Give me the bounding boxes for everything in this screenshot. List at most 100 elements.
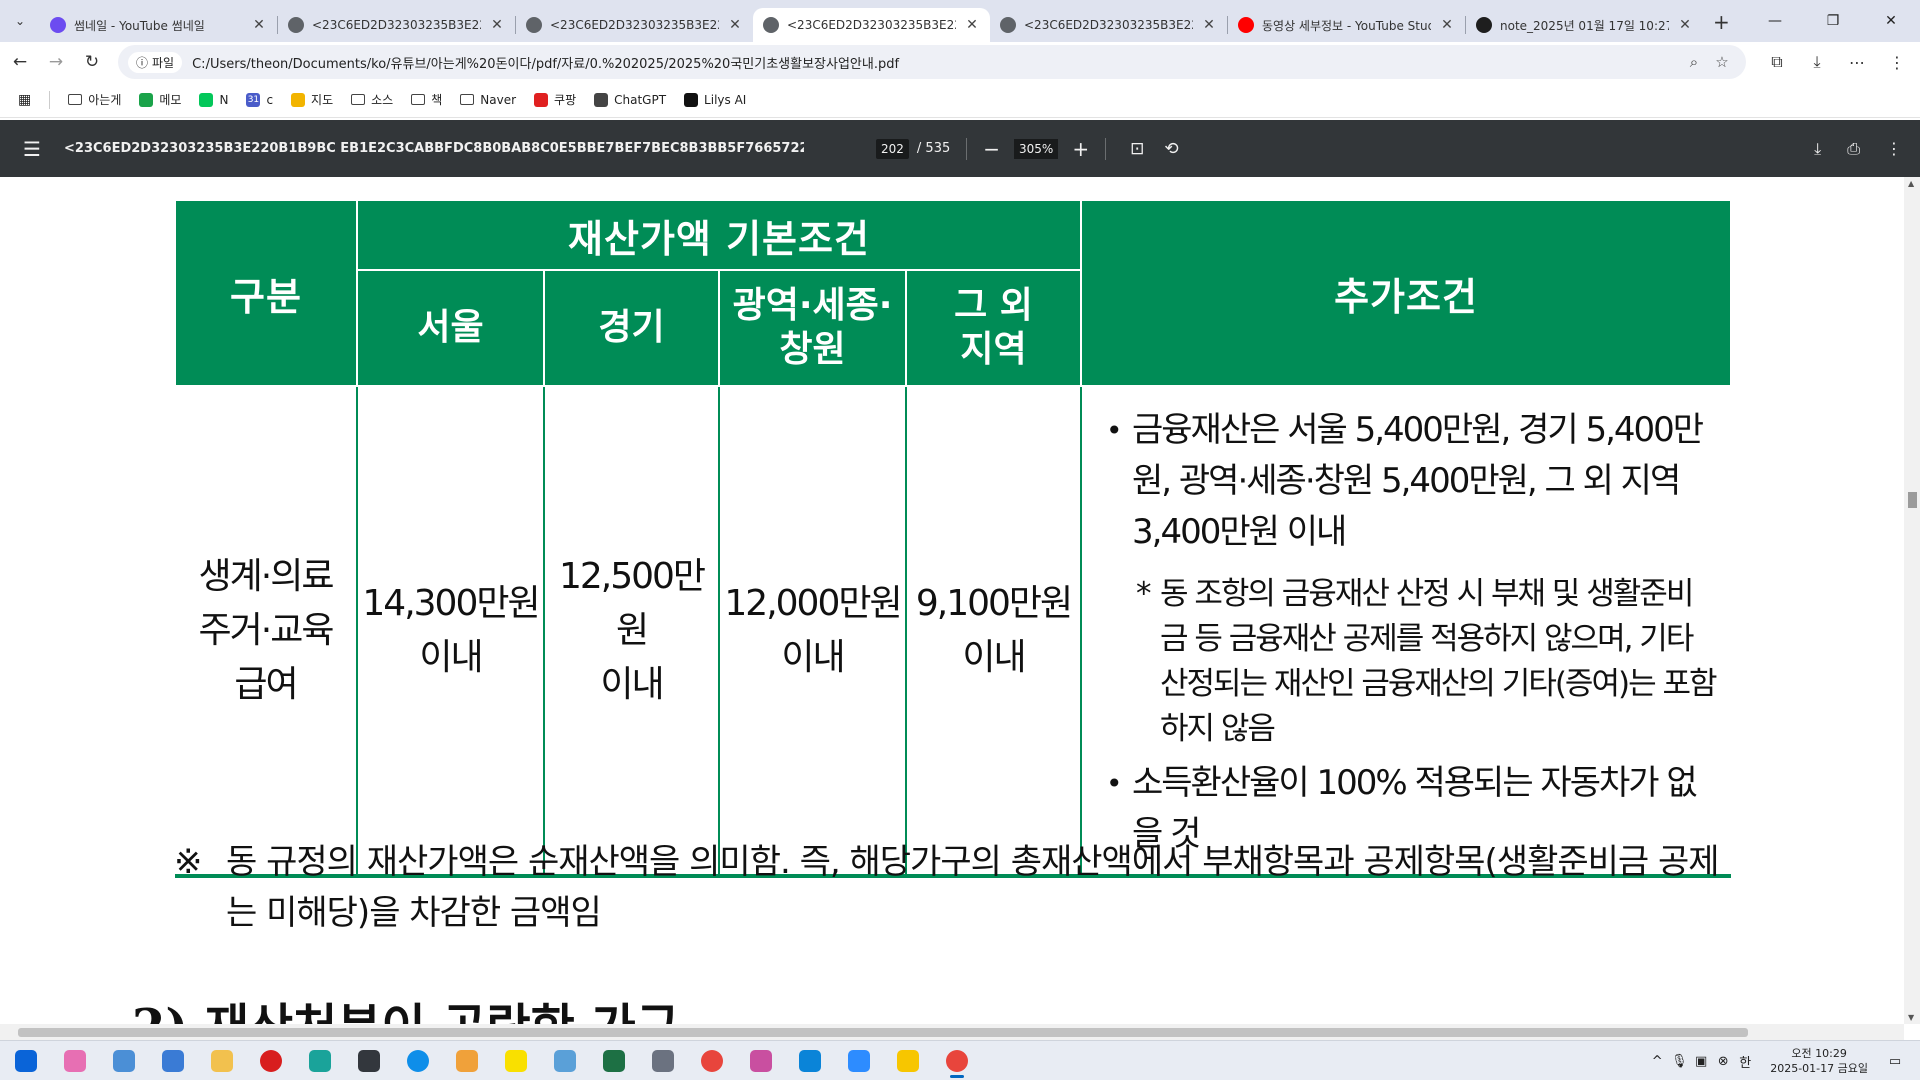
excel-icon <box>603 1049 625 1072</box>
tab-close-icon[interactable]: ✕ <box>489 17 505 33</box>
notification-icon[interactable]: ▭ <box>1884 1054 1906 1069</box>
header-region-other: 그 외 지역 <box>905 269 1082 387</box>
clock[interactable]: 오전 10:29 2025-01-17 금요일 <box>1770 1046 1868 1076</box>
taskbar-app-snipping[interactable] <box>741 1043 781 1079</box>
microphone-icon[interactable]: 🎙 <box>1668 1054 1690 1069</box>
vertical-scrollbar[interactable]: ▲ ▼ <box>1904 177 1920 1024</box>
taskbar-app-windows[interactable] <box>6 1043 46 1079</box>
browser-tab[interactable]: <23C6ED2D32303235B3E220B ✕ <box>990 8 1227 42</box>
bookmark-item[interactable]: 31 c <box>246 91 273 108</box>
reload-icon[interactable]: ↻ <box>76 46 108 78</box>
profile-icon[interactable]: ⋯ <box>1840 46 1874 78</box>
browser-tab[interactable]: 동영상 세부정보 - YouTube Studio ✕ <box>1228 8 1465 42</box>
folder-icon <box>68 94 83 105</box>
hamburger-menu-icon[interactable]: ☰ <box>0 137 64 161</box>
browser-tab[interactable]: <23C6ED2D32303235B3E220B ✕ <box>753 8 990 42</box>
taskbar-app-kakaotalk[interactable] <box>496 1043 536 1079</box>
scroll-up-icon[interactable]: ▲ <box>1908 179 1914 188</box>
taskbar-app-davinci[interactable] <box>349 1043 389 1079</box>
taskbar-app-explorer[interactable] <box>202 1043 242 1079</box>
horizontal-scroll-thumb[interactable] <box>18 1028 1748 1037</box>
url-text[interactable]: C:/Users/theon/Documents/ko/유튜브/아는게%20돈이… <box>192 53 1680 72</box>
new-tab-button[interactable]: + <box>1713 10 1730 34</box>
page-total: / 535 <box>916 141 951 156</box>
scroll-down-icon[interactable]: ▼ <box>1908 1013 1914 1022</box>
zoom-icon[interactable]: ⌕ <box>1680 53 1708 71</box>
bookmark-star-icon[interactable]: ☆ <box>1708 53 1736 71</box>
zoom-in-button[interactable]: + <box>1072 137 1089 161</box>
bookmark-item[interactable]: Lilys AI <box>684 91 746 108</box>
bookmark-item[interactable]: 지도 <box>291 91 333 108</box>
minimize-icon[interactable]: — <box>1746 0 1804 42</box>
page-number-input[interactable]: 202 <box>876 138 909 159</box>
fit-page-icon[interactable]: ⊡ <box>1130 139 1144 159</box>
toolbar-actions: ⧉ ⤓ ⋯ ⋮ <box>1760 46 1914 78</box>
extensions-icon[interactable]: ⧉ <box>1760 46 1794 78</box>
bookmark-item[interactable]: ChatGPT <box>594 91 666 108</box>
zoom-out-button[interactable]: − <box>983 137 1000 161</box>
taskbar-app-player[interactable] <box>888 1043 928 1079</box>
bookmark-item[interactable]: 쿠팡 <box>534 91 576 108</box>
tray-status-icon[interactable]: ⊗ <box>1712 1054 1734 1069</box>
tray-app-icon[interactable]: ▣ <box>1690 1054 1712 1069</box>
tab-search-button[interactable]: ⌄ <box>6 7 34 35</box>
tab-close-icon[interactable]: ✕ <box>1439 17 1455 33</box>
chrome-icon <box>701 1049 723 1072</box>
bookmark-item[interactable]: N <box>199 91 228 108</box>
taskbar-app-files[interactable] <box>104 1043 144 1079</box>
tray-expand-icon[interactable]: ^ <box>1646 1054 1668 1069</box>
taskbar-app-excel[interactable] <box>594 1043 634 1079</box>
bookmark-item[interactable]: 책 <box>411 91 442 108</box>
tab-close-icon[interactable]: ✕ <box>964 17 980 33</box>
paint-icon <box>456 1049 478 1072</box>
tab-close-icon[interactable]: ✕ <box>727 17 743 33</box>
taskbar-app-calculator[interactable] <box>643 1043 683 1079</box>
taskbar-app-paint[interactable] <box>447 1043 487 1079</box>
bookmark-favicon-icon <box>139 92 154 107</box>
rotate-icon[interactable]: ⟲ <box>1164 139 1178 159</box>
browser-tab[interactable]: <23C6ED2D32303235B3E220B ✕ <box>278 8 515 42</box>
bookmark-label: 쿠팡 <box>554 93 577 107</box>
tab-close-icon[interactable]: ✕ <box>1201 17 1217 33</box>
print-icon[interactable]: ⎙ <box>1847 139 1860 159</box>
pdf-download-icon[interactable]: ⤓ <box>1814 139 1821 159</box>
address-bar[interactable]: ⓘ 파일 C:/Users/theon/Documents/ko/유튜브/아는게%… <box>118 45 1746 79</box>
taskbar-app-store[interactable] <box>790 1043 830 1079</box>
tab-close-icon[interactable]: ✕ <box>1677 17 1693 33</box>
taskbar-app-app-teal[interactable] <box>300 1043 340 1079</box>
download-icon[interactable]: ⤓ <box>1800 46 1834 78</box>
restore-icon[interactable]: ❐ <box>1804 0 1862 42</box>
taskbar-app-zoom[interactable] <box>839 1043 879 1079</box>
vertical-scroll-thumb[interactable] <box>1908 492 1917 508</box>
tab-favicon-icon <box>763 17 779 33</box>
ime-indicator[interactable]: 한 <box>1734 1052 1756 1071</box>
apps-grid-icon[interactable]: ▦ <box>18 92 31 108</box>
bookmark-item[interactable]: Naver <box>460 91 516 108</box>
taskbar-app-chrome[interactable] <box>692 1043 732 1079</box>
bookmark-item[interactable]: 아는게 <box>68 91 121 108</box>
taskbar-app-copilot[interactable] <box>55 1043 95 1079</box>
horizontal-scrollbar[interactable] <box>0 1024 1904 1040</box>
tab-title: 동영상 세부정보 - YouTube Studio <box>1262 18 1431 33</box>
taskbar-app-notes[interactable] <box>153 1043 193 1079</box>
taskbar-app-edge[interactable] <box>398 1043 438 1079</box>
bookmark-item[interactable]: 소스 <box>351 91 393 108</box>
bookmark-item[interactable]: 메모 <box>139 91 181 108</box>
taskbar-app-chrome-active[interactable] <box>937 1043 977 1079</box>
close-window-icon[interactable]: ✕ <box>1862 0 1920 42</box>
zoom-level-input[interactable]: 305% <box>1014 138 1059 159</box>
browser-tab[interactable]: <23C6ED2D32303235B3E220B ✕ <box>516 8 753 42</box>
back-icon[interactable]: ← <box>4 46 36 78</box>
pdf-more-icon[interactable]: ⋮ <box>1886 139 1902 159</box>
tab-favicon-icon <box>50 17 66 33</box>
tab-title: <23C6ED2D32303235B3E220B <box>550 18 719 32</box>
system-tray: ^ 🎙 ▣ ⊗ 한 오전 10:29 2025-01-17 금요일 ▭ <box>1646 1041 1920 1081</box>
more-menu-icon[interactable]: ⋮ <box>1880 46 1914 78</box>
browser-tab[interactable]: 썸네일 - YouTube 썸네일 ✕ <box>40 8 277 42</box>
forward-icon[interactable]: → <box>40 46 72 78</box>
site-info-chip[interactable]: ⓘ 파일 <box>128 51 183 73</box>
tab-close-icon[interactable]: ✕ <box>251 17 267 33</box>
taskbar-app-record[interactable] <box>251 1043 291 1079</box>
taskbar-app-notepad[interactable] <box>545 1043 585 1079</box>
browser-tab[interactable]: note_2025년 01월 17일 10:27 ✕ <box>1466 8 1703 42</box>
